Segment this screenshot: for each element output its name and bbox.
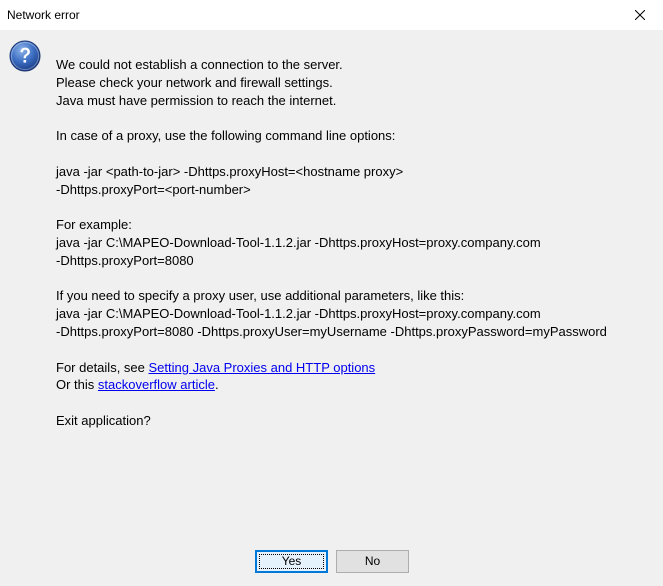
proxy-user-intro: If you need to specify a proxy user, use… [56, 288, 465, 304]
example-command-line: java -jar C:\MAPEO-Download-Tool-1.1.2.j… [56, 234, 541, 250]
details-prefix: For details, see [56, 359, 149, 375]
details-line: For details, see Setting Java Proxies an… [56, 359, 656, 377]
example-label: For example: [56, 217, 132, 233]
user-command-line: -Dhttps.proxyPort=8080 -Dhttps.proxyUser… [56, 323, 607, 339]
user-command-line: java -jar C:\MAPEO-Download-Tool-1.1.2.j… [56, 306, 541, 322]
java-proxies-link[interactable]: Setting Java Proxies and HTTP options [149, 360, 376, 375]
message-line: We could not establish a connection to t… [56, 57, 343, 72]
network-error-dialog: Network error We could not establish a c… [0, 0, 663, 586]
window-title: Network error [7, 8, 80, 22]
stackoverflow-link[interactable]: stackoverflow article [98, 377, 215, 392]
proxy-intro: In case of a proxy, use the following co… [56, 128, 396, 144]
message-body: We could not establish a connection to t… [56, 56, 656, 430]
example-command-line: -Dhttps.proxyPort=8080 [56, 252, 194, 268]
proxy-command-line: java -jar <path-to-jar> -Dhttps.proxyHos… [56, 163, 404, 179]
title-bar[interactable]: Network error [0, 0, 663, 30]
or-line: Or this stackoverflow article. [56, 376, 656, 394]
message-line: Java must have permission to reach the i… [56, 92, 337, 108]
yes-button[interactable]: Yes [255, 550, 328, 573]
no-button-label: No [364, 554, 381, 568]
proxy-command-line: -Dhttps.proxyPort=<port-number> [56, 181, 251, 197]
question-icon [9, 40, 41, 72]
or-prefix: Or this [56, 377, 98, 393]
message-line: Please check your network and firewall s… [56, 74, 333, 90]
close-icon [635, 10, 645, 20]
close-button[interactable] [617, 0, 663, 30]
exit-question: Exit application? [56, 412, 151, 428]
or-suffix: . [214, 377, 219, 393]
focus-ring [259, 554, 324, 569]
no-button[interactable]: No [336, 550, 409, 573]
